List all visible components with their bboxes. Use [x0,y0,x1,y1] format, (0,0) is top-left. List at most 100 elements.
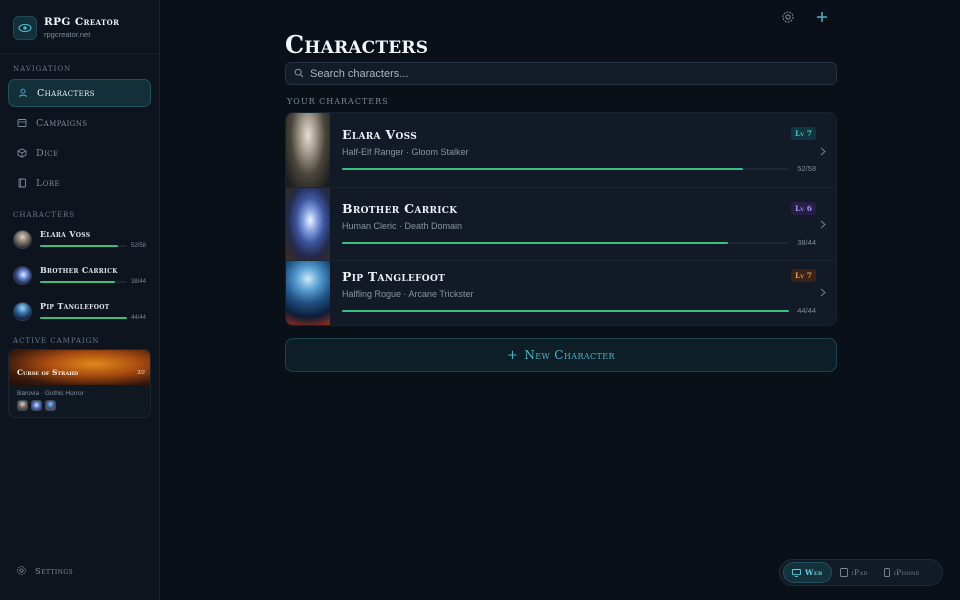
characters-section-label: Characters [13,211,76,219]
user-icon [18,88,28,98]
phone-icon [883,568,890,577]
hp-bar-fill [40,281,115,283]
character-portrait [286,261,330,325]
character-name: Brother Carrick [342,201,458,216]
party-member-avatar [45,400,56,411]
chevron-right-icon [820,146,828,156]
hp-bar-fill [342,310,789,312]
device-label: Web [805,568,823,577]
device-tab-web[interactable]: Web [783,562,832,583]
character-name: Elara Voss [40,229,91,239]
party-member-avatar [17,400,28,411]
level-badge: Lv 7 [791,269,816,282]
hp-text: 44/44 [797,306,816,315]
nav-item-dice[interactable]: Dice [8,139,151,167]
brand[interactable]: RPG Creator rpgcreator.net [0,0,159,54]
campaign-party [9,400,150,417]
dice-icon [17,148,27,158]
gear-icon [16,565,27,579]
sidebar: RPG Creator rpgcreator.net Navigation Ch… [0,0,160,600]
hp-bar-fill [40,245,119,247]
character-name: Pip Tanglefoot [40,301,110,311]
hp-text: 38/44 [797,238,816,247]
map-icon [17,118,27,128]
sidebar-settings-link[interactable]: Settings [16,565,73,579]
campaign-title: Curse of Strahd [17,368,79,377]
hp-text: 44/44 [130,315,146,321]
device-tab-ipad[interactable]: iPad [832,562,876,583]
character-name: Elara Voss [342,127,417,142]
hp-text: 38/44 [130,279,146,285]
device-tab-iphone[interactable]: iPhone [876,562,928,583]
nav-item-lore[interactable]: Lore [8,169,151,197]
hp-bar [40,281,127,283]
character-portrait [286,188,330,260]
hp-bar-fill [342,242,729,244]
hp-bar-fill [40,317,127,319]
character-portrait [286,113,330,187]
hp-bar [342,310,789,312]
top-actions [780,9,830,25]
chevron-right-icon [820,287,828,297]
search-icon [294,65,304,83]
campaign-meta: Barovia · Gothic Horror [17,390,84,397]
campaign-section-label: Active Campaign [13,337,100,345]
new-character-label: New Character [524,348,615,362]
party-member-avatar [31,400,42,411]
level-badge: Lv 7 [791,127,816,140]
device-label: iPhone [893,568,920,577]
sidebar-character-pip[interactable]: Pip Tanglefoot 44/44 [0,293,159,329]
character-name: Brother Carrick [40,265,118,275]
search-bar[interactable] [285,62,837,85]
new-character-button[interactable]: + New Character [285,338,837,372]
nav-section-label: Navigation [13,65,72,73]
list-label: Your Characters [287,97,389,106]
character-subtitle: Human Cleric · Death Domain [342,221,463,231]
page-title: Characters [285,30,429,59]
level-badge: Lv 6 [791,202,816,215]
character-row-carrick[interactable]: Brother Carrick Human Cleric · Death Dom… [286,188,836,261]
active-campaign-card[interactable]: Curse of Strahd 3/2 Barovia · Gothic Hor… [8,349,151,418]
monitor-icon [792,568,801,577]
sidebar-character-elara[interactable]: Elara Voss 52/58 [0,221,159,257]
hp-text: 52/58 [130,243,146,249]
brand-title: RPG Creator [44,16,120,28]
sidebar-character-carrick[interactable]: Brother Carrick 38/44 [0,257,159,293]
hp-bar-fill [342,168,743,170]
nav-item-characters[interactable]: Characters [8,79,151,107]
nav-item-label: Dice [36,147,59,159]
hp-bar [342,242,789,244]
nav-item-campaigns[interactable]: Campaigns [8,109,151,137]
chevron-right-icon [820,219,828,229]
nav-item-label: Characters [37,87,95,99]
character-row-elara[interactable]: Elara Voss Half-Elf Ranger · Gloom Stalk… [286,113,836,188]
hp-bar [342,168,789,170]
character-row-pip[interactable]: Pip Tanglefoot Halfling Rogue · Arcane T… [286,261,836,325]
character-list: Elara Voss Half-Elf Ranger · Gloom Stalk… [285,112,837,326]
settings-gear-icon[interactable] [780,9,796,25]
brand-subtitle: rpgcreator.net [44,30,91,39]
nav-item-label: Lore [36,177,61,189]
hp-text: 52/58 [797,164,816,173]
book-icon [17,178,27,188]
campaign-count: 3/2 [137,370,145,376]
avatar [13,229,32,249]
nav-list: Characters Campaigns Dice Lore [0,79,159,197]
plus-icon: + [507,347,519,363]
search-input[interactable] [310,67,810,80]
device-label: iPad [851,568,868,577]
eye-logo-icon [13,15,37,40]
hp-bar [40,245,127,247]
character-subtitle: Halfling Rogue · Arcane Trickster [342,289,474,299]
tablet-icon [839,568,848,577]
campaign-banner-image: Curse of Strahd 3/2 [9,350,150,385]
settings-label: Settings [35,567,74,577]
character-subtitle: Half-Elf Ranger · Gloom Stalker [342,147,469,157]
character-name: Pip Tanglefoot [342,269,446,284]
device-switcher: Web iPad iPhone [779,559,943,586]
avatar [13,265,32,285]
add-plus-icon[interactable] [814,9,830,25]
avatar [13,301,32,321]
nav-item-label: Campaigns [36,117,88,129]
hp-bar [40,317,127,319]
